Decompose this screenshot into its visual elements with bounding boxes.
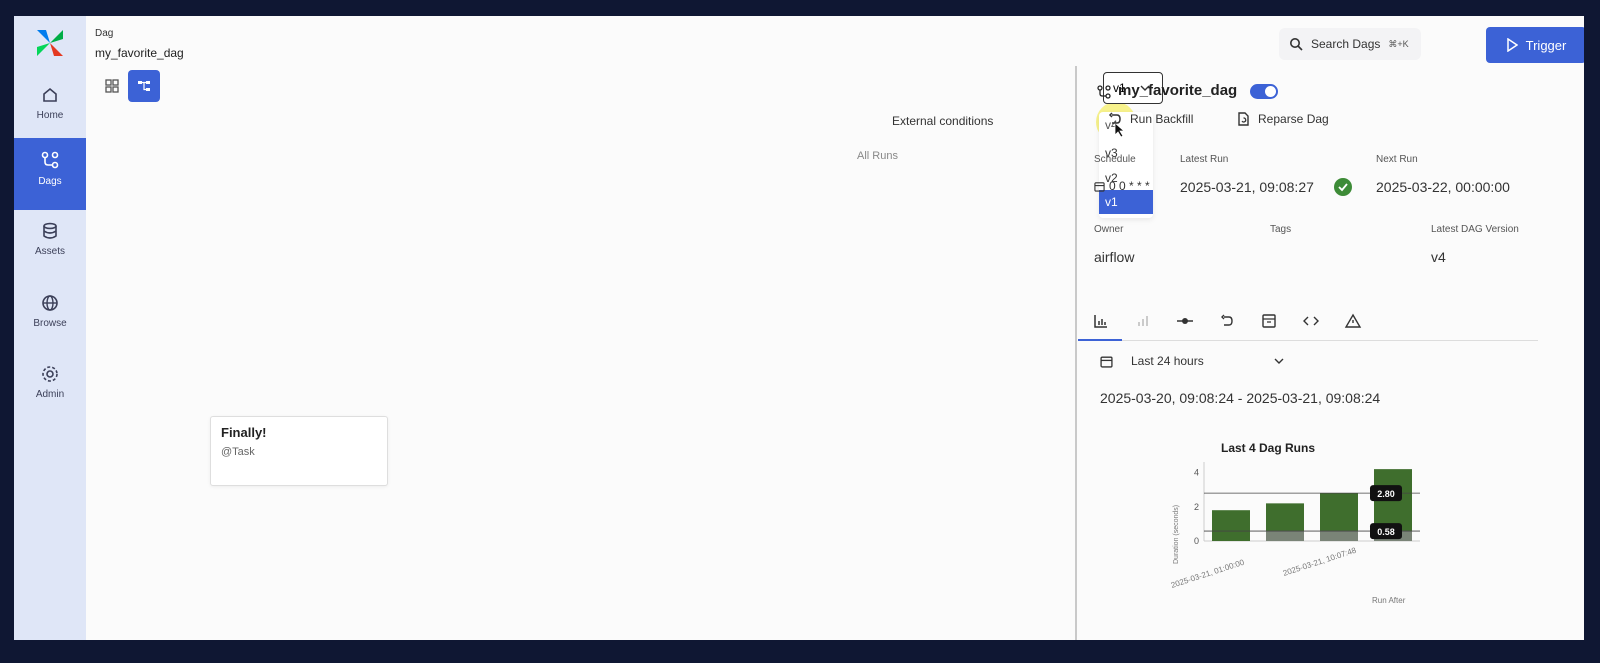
airflow-logo — [37, 30, 63, 56]
latest-run-value[interactable]: 2025-03-21, 09:08:27 — [1180, 179, 1314, 195]
schedule-label: Schedule — [1094, 154, 1136, 165]
search-shortcut: ⌘+K — [1388, 38, 1409, 49]
breadcrumb-label: Dag — [95, 28, 114, 39]
run-backfill-button[interactable]: Run Backfill — [1108, 112, 1193, 126]
sidebar-item-home[interactable]: Home — [14, 74, 86, 146]
chart-x-tick-label: 2025-03-21, 01:00:00 — [1170, 558, 1246, 590]
chart-x-axis-label: Run After — [1372, 596, 1406, 605]
home-icon — [43, 87, 57, 102]
chevron-down-icon — [1274, 358, 1284, 364]
chart-reference-value: 2.80 — [1377, 489, 1395, 499]
sidebar-item-label: Browse — [33, 318, 67, 329]
globe-icon — [42, 295, 58, 311]
reparse-dag-button[interactable]: Reparse Dag — [1236, 112, 1329, 126]
sidebar: Home Dags Assets Browse Admin — [14, 16, 86, 640]
search-dags-button[interactable]: Search Dags ⌘+K — [1279, 28, 1421, 60]
file-refresh-icon — [1238, 112, 1249, 126]
tab-calendar-icon[interactable] — [1260, 312, 1278, 330]
grid-icon — [105, 79, 119, 93]
calendar-icon — [1100, 356, 1113, 368]
graph-view-button[interactable] — [128, 70, 160, 102]
tab-tasks-icon[interactable] — [1176, 312, 1194, 330]
latest-run-label: Latest Run — [1180, 154, 1229, 165]
breadcrumb-dag-name[interactable]: my_favorite_dag — [95, 46, 184, 60]
sidebar-item-label: Home — [36, 110, 64, 121]
all-runs-label: All Runs — [857, 150, 898, 162]
active-tab-indicator — [1078, 339, 1122, 341]
owner-label: Owner — [1094, 224, 1124, 235]
panel-resize-handle[interactable] — [1075, 66, 1077, 640]
task-node-subtitle: @Task — [221, 446, 255, 458]
trigger-label: Trigger — [1525, 37, 1567, 53]
dag-runs-chart: Last 4 Dag Runs Duration (seconds) 0 2 4 2.80… — [1170, 441, 1420, 605]
sidebar-item-admin[interactable]: Admin — [14, 353, 86, 425]
version-dropdown-menu: v4 v3 v2 v1 — [1099, 112, 1153, 218]
tab-code-icon[interactable] — [1302, 312, 1320, 330]
calendar-icon — [1094, 181, 1105, 192]
chart-bar-queued — [1266, 530, 1304, 541]
details-tabs — [1078, 304, 1538, 341]
external-conditions-label: External conditions — [892, 114, 994, 128]
chart-y-axis-label: Duration (seconds) — [1173, 505, 1180, 564]
tab-backfills-icon[interactable] — [1218, 312, 1236, 330]
chart-y-tick-label: 2 — [1194, 502, 1199, 512]
chart-reference-value: 0.58 — [1377, 527, 1395, 537]
tab-warning-icon[interactable] — [1344, 312, 1362, 330]
sidebar-item-dags[interactable]: Dags — [14, 138, 86, 210]
search-label: Search Dags — [1311, 37, 1381, 51]
tags-label: Tags — [1270, 224, 1292, 235]
latest-version-value: v4 — [1431, 249, 1446, 265]
task-node-title: Finally! — [221, 425, 267, 440]
dag-icon — [1097, 85, 1111, 99]
owner-value[interactable]: airflow — [1094, 249, 1134, 265]
chart-bar — [1212, 510, 1250, 541]
sidebar-item-browse[interactable]: Browse — [14, 282, 86, 354]
next-run-label: Next Run — [1376, 154, 1418, 165]
time-range-select[interactable]: Last 24 hours — [1100, 354, 1284, 368]
toggle-knob — [1265, 86, 1276, 97]
graph-icon — [138, 81, 150, 91]
undo-icon — [1108, 112, 1121, 124]
dag-pause-toggle[interactable] — [1250, 84, 1278, 99]
task-node[interactable]: Finally! @Task — [210, 416, 388, 486]
tab-overview-chart-icon[interactable] — [1092, 312, 1110, 330]
sidebar-item-label: Admin — [35, 389, 65, 400]
chart-x-tick-label: 2025-03-21, 10:07:48 — [1282, 546, 1358, 578]
chart-y-tick-label: 4 — [1194, 468, 1199, 478]
grid-view-button[interactable] — [96, 70, 128, 102]
sidebar-item-label: Dags — [38, 176, 62, 187]
sidebar-item-label: Assets — [34, 246, 65, 257]
chart-y-tick-label: 0 — [1194, 536, 1199, 546]
latest-version-label: Latest DAG Version — [1431, 224, 1519, 235]
chart-title: Last 4 Dag Runs — [1221, 441, 1315, 455]
app-window: Home Dags Assets Browse Admin Dag my_fav… — [14, 16, 1584, 640]
schedule-text: 0 0 * * * — [1109, 179, 1150, 193]
tab-bar-chart-icon[interactable] — [1134, 312, 1152, 330]
dags-icon — [41, 151, 59, 169]
chart-bar-queued — [1320, 530, 1358, 541]
sidebar-item-assets[interactable]: Assets — [14, 210, 86, 282]
schedule-value: 0 0 * * * — [1094, 179, 1150, 193]
assets-icon — [43, 222, 57, 239]
version-option-selected[interactable]: v1 — [1099, 190, 1153, 214]
date-range-text: 2025-03-20, 09:08:24 - 2025-03-21, 09:08… — [1100, 390, 1381, 406]
play-icon — [1506, 38, 1518, 52]
reparse-dag-label: Reparse Dag — [1258, 112, 1329, 126]
next-run-value: 2025-03-22, 00:00:00 — [1376, 179, 1510, 195]
success-check-icon — [1334, 178, 1352, 196]
gear-icon — [42, 366, 58, 382]
search-icon — [1290, 38, 1303, 51]
dag-title: my_favorite_dag — [1118, 82, 1238, 99]
time-range-value: Last 24 hours — [1131, 354, 1204, 368]
run-backfill-label: Run Backfill — [1130, 112, 1194, 126]
trigger-button[interactable]: Trigger — [1486, 27, 1584, 63]
